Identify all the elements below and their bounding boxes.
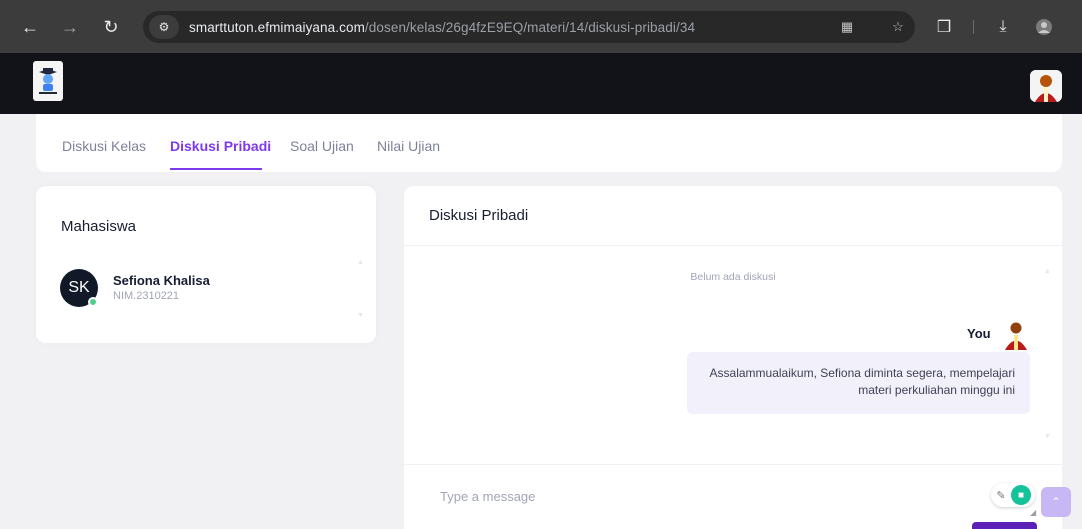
message-bubble: Assalammualaikum, Sefiona diminta segera…	[687, 352, 1030, 414]
resize-handle-icon[interactable]: ◢	[1030, 508, 1036, 517]
url-text[interactable]: smarttuton.efmimaiyana.com/dosen/kelas/2…	[189, 20, 695, 35]
send-button[interactable]	[972, 522, 1037, 529]
tab-diskusi-kelas[interactable]: Diskusi Kelas	[62, 138, 146, 154]
message-sender: You	[967, 326, 991, 341]
reload-icon[interactable]: ↻	[99, 15, 123, 39]
app-logo[interactable]	[33, 61, 63, 101]
tab-soal-ujian[interactable]: Soal Ujian	[290, 138, 354, 154]
pen-icon[interactable]: ✎	[991, 489, 1011, 502]
user-avatar[interactable]	[1030, 70, 1062, 102]
tab-diskusi-pribadi[interactable]: Diskusi Pribadi	[170, 138, 271, 154]
forward-icon[interactable]: →	[58, 15, 82, 39]
student-nim: NIM.2310221	[113, 290, 180, 302]
message-input[interactable]	[440, 486, 960, 506]
chat-header: Diskusi Pribadi	[404, 186, 1062, 246]
chat-title: Diskusi Pribadi	[429, 207, 529, 224]
scroll-to-top-button[interactable]: ⌃	[1041, 487, 1071, 517]
app-header	[0, 53, 1082, 114]
grammar-extension-icon[interactable]: ■	[1011, 485, 1031, 505]
translate-icon[interactable]: ▦	[837, 17, 857, 37]
writing-assistant-widget[interactable]: ✎ ■	[991, 483, 1035, 507]
student-name: Sefiona Khalisa	[113, 273, 210, 288]
scroll-up-icon[interactable]: ▲	[357, 259, 364, 266]
tabs-bar: Diskusi Kelas Diskusi Pribadi Soal Ujian…	[36, 114, 1062, 172]
active-tab-indicator	[170, 168, 262, 170]
extensions-icon[interactable]: ❒	[932, 15, 956, 39]
profile-icon[interactable]	[1032, 15, 1056, 39]
star-icon[interactable]: ☆	[888, 17, 908, 37]
browser-toolbar: ← → ↻ ⚙ smarttuton.efmimaiyana.com/dosen…	[0, 0, 1082, 53]
chat-scroll-up-icon[interactable]: ▲	[1044, 268, 1051, 275]
scroll-down-icon[interactable]: ▼	[357, 312, 364, 319]
chevron-up-icon: ⌃	[1050, 495, 1062, 509]
empty-discussion-note: Belum ada diskusi	[690, 271, 776, 283]
site-info-icon[interactable]: ⚙	[149, 15, 179, 39]
address-bar[interactable]: ⚙ smarttuton.efmimaiyana.com/dosen/kelas…	[143, 11, 915, 43]
students-panel: Mahasiswa SK Sefiona Khalisa NIM.2310221…	[36, 186, 376, 343]
student-item[interactable]: SK Sefiona Khalisa NIM.2310221	[60, 269, 360, 313]
online-status-dot	[88, 297, 98, 307]
download-icon[interactable]: ⤓	[991, 15, 1015, 39]
toolbar-divider	[973, 20, 974, 34]
chat-scroll-down-icon[interactable]: ▼	[1044, 433, 1051, 440]
students-panel-title: Mahasiswa	[61, 218, 137, 235]
sender-avatar	[1002, 320, 1030, 350]
tab-nilai-ujian[interactable]: Nilai Ujian	[377, 138, 440, 154]
back-icon[interactable]: ←	[18, 15, 42, 39]
chat-panel: Diskusi Pribadi Belum ada diskusi ▲ You …	[404, 186, 1062, 529]
